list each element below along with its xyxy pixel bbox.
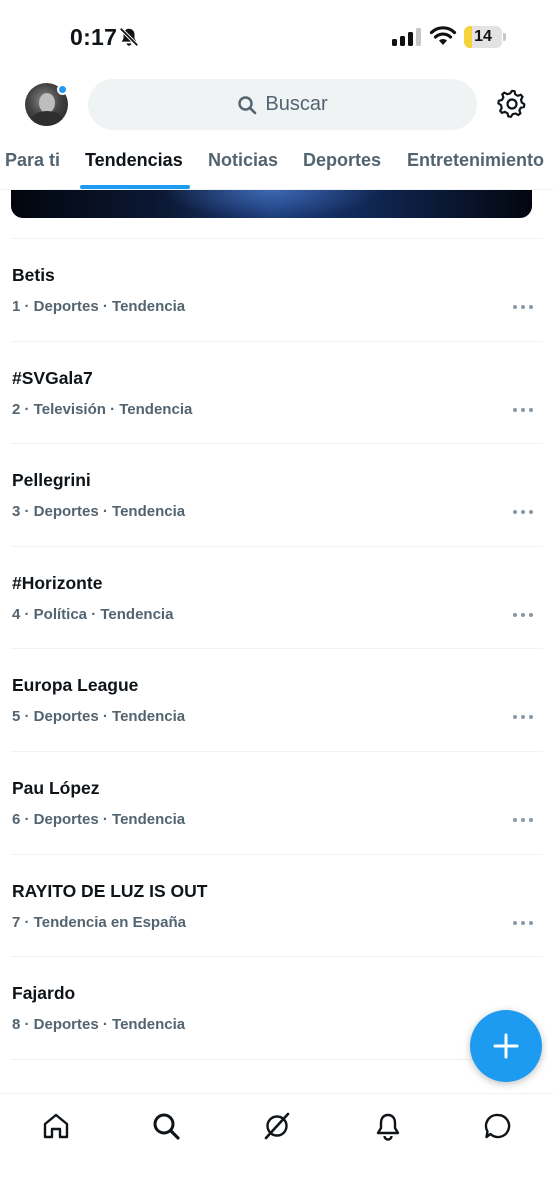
tab-noticias[interactable]: Noticias — [208, 150, 278, 171]
trend-meta: 8 · Deportes · Tendencia — [12, 1016, 186, 1034]
more-options-icon[interactable] — [513, 817, 533, 822]
cellular-signal-icon — [392, 28, 421, 46]
trend-meta: 7 · Tendencia en España — [12, 913, 186, 931]
banner-image[interactable] — [11, 190, 532, 218]
trend-item[interactable]: Fajardo 8 · Deportes · Tendencia — [11, 956, 543, 1059]
trend-title: Europa League — [12, 675, 139, 696]
wifi-icon — [429, 26, 457, 45]
trend-meta: 4 · Política · Tendencia — [12, 605, 174, 623]
trend-item[interactable]: Betis 1 · Deportes · Tendencia — [11, 238, 543, 341]
bottom-nav — [0, 1093, 554, 1200]
status-time: 0:17 — [70, 24, 118, 50]
plus-icon — [493, 1033, 519, 1059]
trend-title: Fajardo — [12, 983, 76, 1004]
trend-title: RAYITO DE LUZ IS OUT — [12, 880, 208, 901]
trend-meta: 2 · Televisión · Tendencia — [12, 400, 193, 418]
trends-list: Betis 1 · Deportes · Tendencia #SVGala7 … — [0, 238, 554, 1099]
trend-item[interactable]: Europa League 5 · Deportes · Tendencia — [11, 648, 543, 751]
more-options-icon[interactable] — [513, 715, 533, 720]
trend-item[interactable]: Pellegrini 3 · Deportes · Tendencia — [11, 443, 543, 546]
more-options-icon[interactable] — [513, 305, 533, 309]
trend-meta: 3 · Deportes · Tendencia — [12, 503, 186, 521]
gear-icon[interactable] — [497, 89, 527, 119]
messages-icon[interactable] — [483, 1111, 513, 1141]
top-header: Buscar — [0, 72, 554, 138]
trend-item[interactable]: Pau López 6 · Deportes · Tendencia — [11, 750, 543, 854]
trend-title: Betis — [12, 265, 55, 285]
tab-tendencias[interactable]: Tendencias — [85, 150, 183, 171]
battery-level: 14 — [474, 28, 492, 45]
more-options-icon[interactable] — [513, 612, 533, 617]
trend-title: Pellegrini — [12, 470, 91, 491]
search-icon[interactable] — [151, 1111, 181, 1141]
search-placeholder: Buscar — [265, 93, 328, 115]
explore-tabs: Para ti Tendencias Noticias Deportes Ent… — [0, 138, 554, 190]
tab-para-ti[interactable]: Para ti — [5, 150, 60, 171]
trend-meta: 1 · Deportes · Tendencia — [12, 298, 186, 315]
avatar-notification-dot — [57, 84, 68, 95]
battery-indicator: 14 — [464, 26, 506, 48]
trend-title: Pau López — [12, 777, 100, 798]
compose-post-button[interactable] — [470, 1010, 542, 1082]
trend-meta: 5 · Deportes · Tendencia — [12, 708, 186, 726]
active-tab-indicator — [80, 185, 190, 189]
more-options-icon[interactable] — [513, 407, 533, 412]
search-icon — [238, 95, 257, 114]
trend-item[interactable]: #SVGala7 2 · Televisión · Tendencia — [11, 340, 543, 444]
status-bar: 0:17 14 — [0, 0, 554, 72]
more-options-icon[interactable] — [513, 510, 533, 515]
trend-item[interactable]: RAYITO DE LUZ IS OUT 7 · Tendencia en Es… — [11, 853, 543, 957]
trend-title: #Horizonte — [12, 572, 103, 593]
search-input[interactable]: Buscar — [88, 79, 477, 130]
trend-item[interactable]: #Horizonte 4 · Política · Tendencia — [11, 545, 543, 649]
home-icon[interactable] — [41, 1111, 71, 1141]
more-options-icon[interactable] — [513, 920, 533, 925]
tab-deportes[interactable]: Deportes — [303, 150, 381, 171]
tab-entretenimiento[interactable]: Entretenimiento — [407, 150, 544, 171]
trend-title: #SVGala7 — [12, 367, 93, 388]
grok-icon[interactable] — [262, 1111, 292, 1141]
notifications-bell-icon[interactable] — [373, 1111, 403, 1141]
trend-meta: 6 · Deportes · Tendencia — [12, 810, 186, 828]
bell-muted-icon — [119, 27, 139, 47]
